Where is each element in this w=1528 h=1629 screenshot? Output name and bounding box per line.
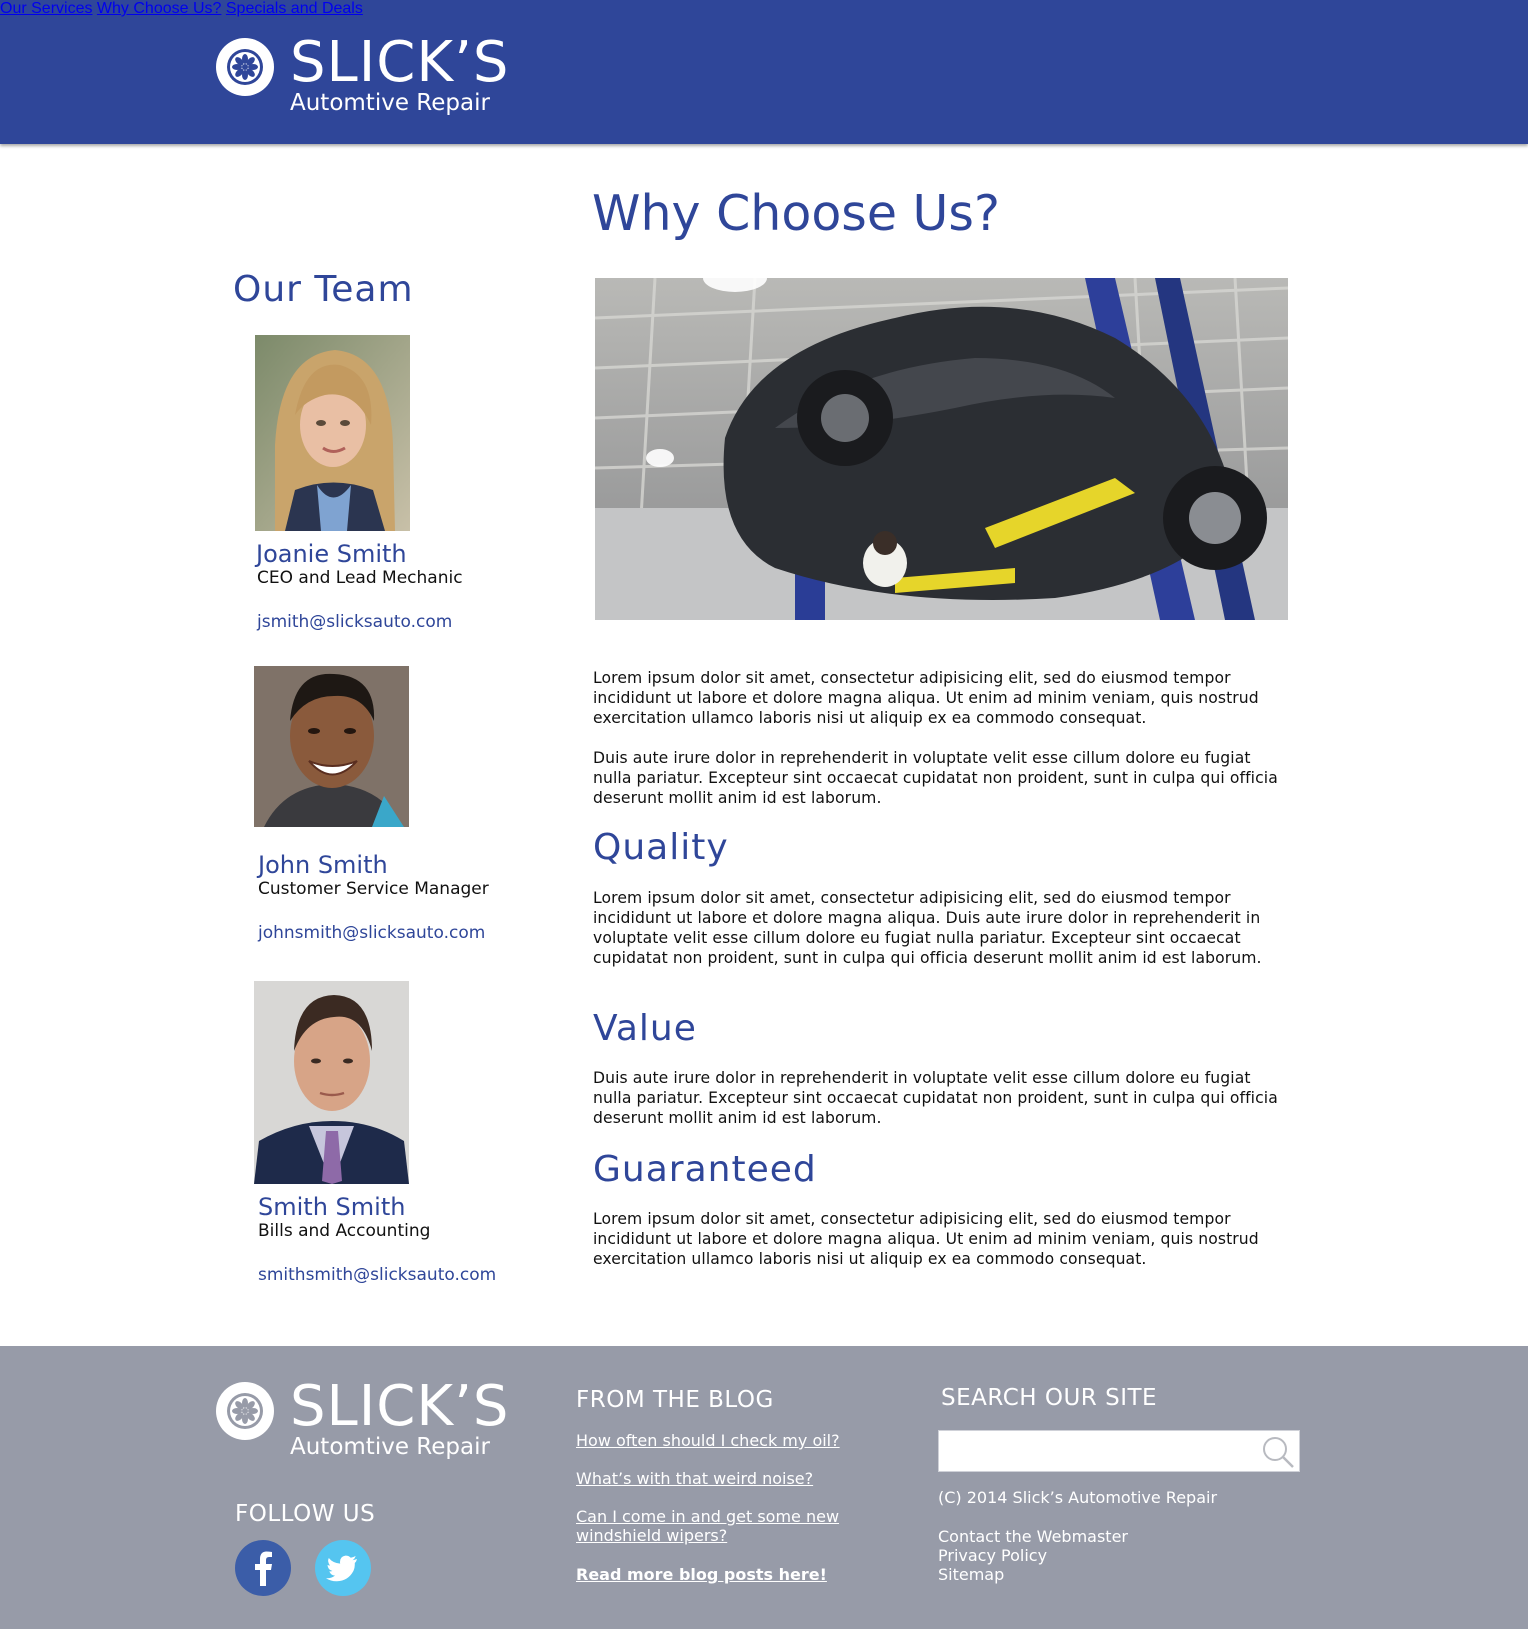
facebook-icon[interactable]	[235, 1540, 291, 1596]
member-email-link[interactable]: johnsmith@slicksauto.com	[258, 922, 485, 944]
member-name: Smith Smith	[258, 1193, 406, 1221]
team-title: Our Team	[233, 269, 414, 310]
site-header: SLICK’S Automtive Repair Our Services Wh…	[0, 0, 1528, 144]
main-nav: Our Services Why Choose Us? Specials and…	[0, 0, 1528, 18]
wheel-logo-icon	[216, 1382, 274, 1440]
logo-subtitle: Automtive Repair	[290, 1434, 490, 1460]
member-name: John Smith	[258, 851, 388, 879]
member-role: Bills and Accounting	[258, 1221, 431, 1241]
sitemap-link[interactable]: Sitemap	[938, 1565, 1004, 1584]
nav-why-choose-us[interactable]: Why Choose Us?	[97, 0, 222, 17]
search-icon[interactable]	[1261, 1435, 1295, 1469]
search-box	[938, 1430, 1300, 1472]
read-more-blog-link[interactable]: Read more blog posts here!	[576, 1565, 916, 1584]
footer-logo[interactable]: SLICK’S Automtive Repair	[216, 1374, 508, 1466]
hero-image-car-on-lift	[595, 278, 1288, 620]
logo-title: SLICK’S	[290, 30, 510, 95]
search-our-site-heading: SEARCH OUR SITE	[941, 1385, 1158, 1411]
member-role: Customer Service Manager	[258, 879, 489, 899]
section-title-quality: Quality	[593, 827, 729, 868]
page-title: Why Choose Us?	[592, 185, 1000, 242]
section-title-value: Value	[593, 1008, 697, 1049]
section-text-guaranteed: Lorem ipsum dolor sit amet, consectetur …	[593, 1210, 1259, 1268]
site-logo[interactable]: SLICK’S Automtive Repair	[216, 30, 508, 122]
section-text-quality: Lorem ipsum dolor sit amet, consectetur …	[593, 889, 1262, 967]
section-text-value: Duis aute irure dolor in reprehenderit i…	[593, 1069, 1278, 1127]
copyright-text: (C) 2014 Slick’s Automotive Repair	[938, 1488, 1218, 1507]
blog-link[interactable]: What’s with that weird noise?	[576, 1469, 916, 1488]
member-email-link[interactable]: jsmith@slicksauto.com	[257, 611, 452, 633]
team-photo-smith	[254, 981, 409, 1184]
nav-specials-and-deals[interactable]: Specials and Deals	[226, 0, 363, 17]
privacy-policy-link[interactable]: Privacy Policy	[938, 1546, 1047, 1565]
logo-subtitle: Automtive Repair	[290, 90, 490, 116]
member-name: Joanie Smith	[256, 540, 407, 568]
team-photo-joanie	[255, 335, 410, 531]
contact-webmaster-link[interactable]: Contact the Webmaster	[938, 1527, 1128, 1546]
twitter-icon[interactable]	[315, 1540, 371, 1596]
wheel-logo-icon	[216, 38, 274, 96]
blog-link[interactable]: Can I come in and get some new windshiel…	[576, 1507, 916, 1545]
team-photo-john	[254, 666, 409, 827]
nav-our-services[interactable]: Our Services	[0, 0, 92, 17]
member-email-link[interactable]: smithsmith@slicksauto.com	[258, 1264, 496, 1286]
intro-paragraph: Duis aute irure dolor in reprehenderit i…	[593, 749, 1278, 807]
from-the-blog-heading: FROM THE BLOG	[576, 1387, 774, 1413]
follow-us-heading: FOLLOW US	[235, 1501, 376, 1527]
intro-paragraph: Lorem ipsum dolor sit amet, consectetur …	[593, 669, 1259, 727]
search-input[interactable]	[943, 1435, 1253, 1467]
blog-link[interactable]: How often should I check my oil?	[576, 1431, 916, 1450]
logo-title: SLICK’S	[290, 1374, 510, 1439]
member-role: CEO and Lead Mechanic	[257, 568, 463, 588]
section-title-guaranteed: Guaranteed	[593, 1149, 817, 1190]
